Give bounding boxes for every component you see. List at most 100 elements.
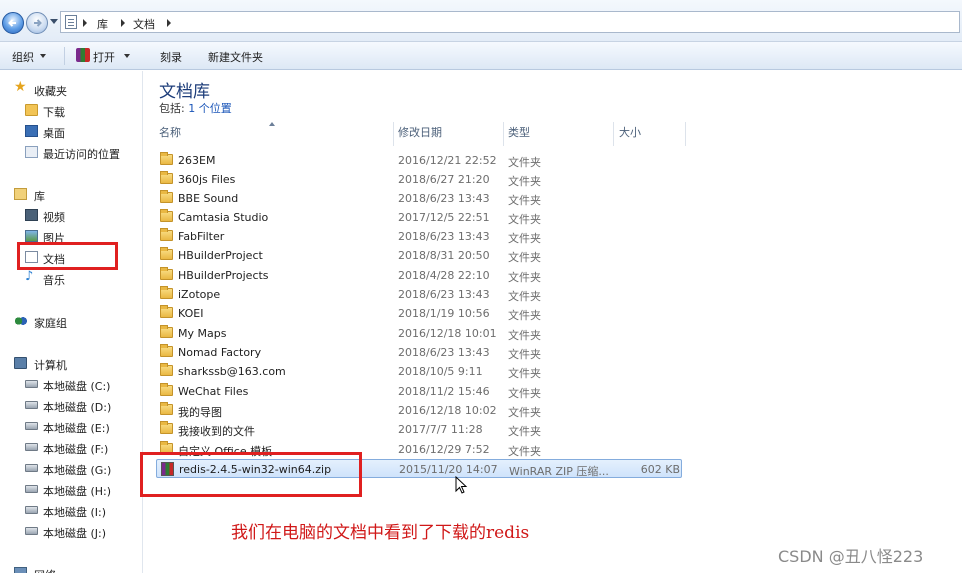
nav-item-drive-j[interactable]: 本地磁盘 (J:) [0,521,143,541]
file-row-my-mindmaps[interactable]: 我的导图 2016/12/18 10:02 文件夹 [156,401,682,420]
file-type: 文件夹 [508,309,541,322]
chevron-down-icon [40,54,46,58]
column-divider[interactable] [503,122,504,146]
nav-item-desktop[interactable]: 桌面 [0,121,143,141]
file-name: Camtasia Studio [178,211,269,224]
back-button[interactable] [2,12,24,34]
videos-icon [25,209,38,221]
nav-libraries[interactable]: 库 [0,184,143,204]
column-header-modified[interactable]: 修改日期 [398,124,442,146]
file-row-received-files[interactable]: 我接收到的文件 2017/7/7 11:28 文件夹 [156,420,682,439]
nav-item-label: 本地磁盘 (J:) [43,527,107,540]
file-name: My Maps [178,327,227,340]
nav-item-music[interactable]: ♪ 音乐 [0,268,143,288]
nav-item-label: 音乐 [43,274,65,287]
file-type: 文件夹 [508,213,541,226]
file-modified: 2018/8/31 20:50 [398,249,490,262]
file-row-fabfilter[interactable]: FabFilter 2018/6/23 13:43 文件夹 [156,227,682,246]
nav-item-drive-g[interactable]: 本地磁盘 (G:) [0,458,143,478]
file-row-my-maps[interactable]: My Maps 2016/12/18 10:01 文件夹 [156,324,682,343]
open-button[interactable]: 打开 [93,49,115,65]
file-row-hbuilderprojects[interactable]: HBuilderProjects 2018/4/28 22:10 文件夹 [156,266,682,285]
file-row-hbuilderproject[interactable]: HBuilderProject 2018/8/31 20:50 文件夹 [156,246,682,265]
mouse-pointer-icon [455,476,468,494]
chevron-down-icon [124,54,130,58]
forward-button[interactable] [26,12,48,34]
column-divider[interactable] [685,122,686,146]
nav-item-downloads[interactable]: 下载 [0,100,143,120]
burn-button[interactable]: 刻录 [160,49,182,65]
chevron-right-icon[interactable] [167,19,171,27]
file-row-wechat-files[interactable]: WeChat Files 2018/11/2 15:46 文件夹 [156,382,682,401]
file-modified: 2017/12/5 22:51 [398,211,490,224]
nav-item-drive-e[interactable]: 本地磁盘 (E:) [0,416,143,436]
chevron-right-icon[interactable] [121,19,125,27]
nav-item-label: 本地磁盘 (C:) [43,380,111,393]
column-divider[interactable] [393,122,394,146]
file-row-koei[interactable]: KOEI 2018/1/19 10:56 文件夹 [156,304,682,323]
file-row-263em[interactable]: 263EM 2016/12/21 22:52 文件夹 [156,151,682,170]
file-name: Nomad Factory [178,346,262,359]
nav-favorites-label: 收藏夹 [34,85,67,98]
breadcrumb[interactable]: 库 文档 [60,11,960,33]
file-row-nomad-factory[interactable]: Nomad Factory 2018/6/23 13:43 文件夹 [156,343,682,362]
nav-item-drive-c[interactable]: 本地磁盘 (C:) [0,374,143,394]
nav-item-label: 本地磁盘 (D:) [43,401,112,414]
toolbar-divider [64,47,65,65]
nav-homegroup-label: 家庭组 [34,317,67,330]
nav-item-label: 本地磁盘 (I:) [43,506,107,519]
nav-item-drive-f[interactable]: 本地磁盘 (F:) [0,437,143,457]
nav-item-label: 本地磁盘 (H:) [43,485,112,498]
nav-item-drive-h[interactable]: 本地磁盘 (H:) [0,479,143,499]
file-name: 263EM [178,154,216,167]
nav-item-drive-i[interactable]: 本地磁盘 (I:) [0,500,143,520]
column-header-size[interactable]: 大小 [619,124,641,146]
folder-icon [160,209,173,222]
nav-favorites[interactable]: ★ 收藏夹 [0,79,143,99]
file-list-pane: 文档库 包括: 1 个位置 名称 修改日期 类型 大小 263EM 2016/1… [144,71,962,573]
file-row-izotope[interactable]: iZotope 2018/6/23 13:43 文件夹 [156,285,682,304]
address-bar: 库 文档 [0,0,962,42]
desktop-icon [25,125,38,137]
file-row-360js-files[interactable]: 360js Files 2018/6/27 21:20 文件夹 [156,170,682,189]
recent-pages-dropdown[interactable] [50,19,58,24]
nav-network[interactable]: 网络 [0,563,143,573]
column-header-type[interactable]: 类型 [508,124,530,146]
file-modified: 2016/12/18 10:02 [398,404,497,417]
includes-label: 包括: [159,102,185,115]
back-arrow-icon [8,19,16,27]
file-row-camtasia-studio[interactable]: Camtasia Studio 2017/12/5 22:51 文件夹 [156,208,682,227]
breadcrumb-documents[interactable]: 文档 [133,16,155,32]
folder-icon [160,363,173,376]
page-title: 文档库 [159,82,210,102]
nav-item-recent-places[interactable]: 最近访问的位置 [0,142,143,162]
organize-button[interactable]: 组织 [12,49,34,65]
file-type: 文件夹 [508,232,541,245]
command-bar: 组织 打开 刻录 新建文件夹 [0,42,962,70]
folder-icon [160,286,173,299]
file-row-sharkssb[interactable]: sharkssb@163.com 2018/10/5 9:11 文件夹 [156,362,682,381]
column-header-name[interactable]: 名称 [159,124,181,146]
hard-disk-icon [25,506,38,514]
hard-disk-icon [25,464,38,472]
column-divider[interactable] [613,122,614,146]
nav-item-videos[interactable]: 视频 [0,205,143,225]
file-modified: 2017/7/7 11:28 [398,423,483,436]
folder-icon [160,228,173,241]
locations-link[interactable]: 1 个位置 [188,102,232,115]
breadcrumb-library[interactable]: 库 [97,16,108,32]
library-icon [65,15,77,29]
file-modified: 2016/12/21 22:52 [398,154,497,167]
file-modified: 2018/4/28 22:10 [398,269,490,282]
nav-libraries-label: 库 [34,190,45,203]
nav-computer[interactable]: 计算机 [0,353,143,373]
file-modified: 2018/6/23 13:43 [398,230,490,243]
chevron-right-icon[interactable] [83,19,87,27]
hard-disk-icon [25,443,38,451]
file-modified: 2015/11/20 14:07 [399,463,498,476]
nav-item-drive-d[interactable]: 本地磁盘 (D:) [0,395,143,415]
folder-icon [160,267,173,280]
new-folder-button[interactable]: 新建文件夹 [208,49,263,65]
file-row-bbe-sound[interactable]: BBE Sound 2018/6/23 13:43 文件夹 [156,189,682,208]
nav-homegroup[interactable]: 家庭组 [0,311,143,331]
